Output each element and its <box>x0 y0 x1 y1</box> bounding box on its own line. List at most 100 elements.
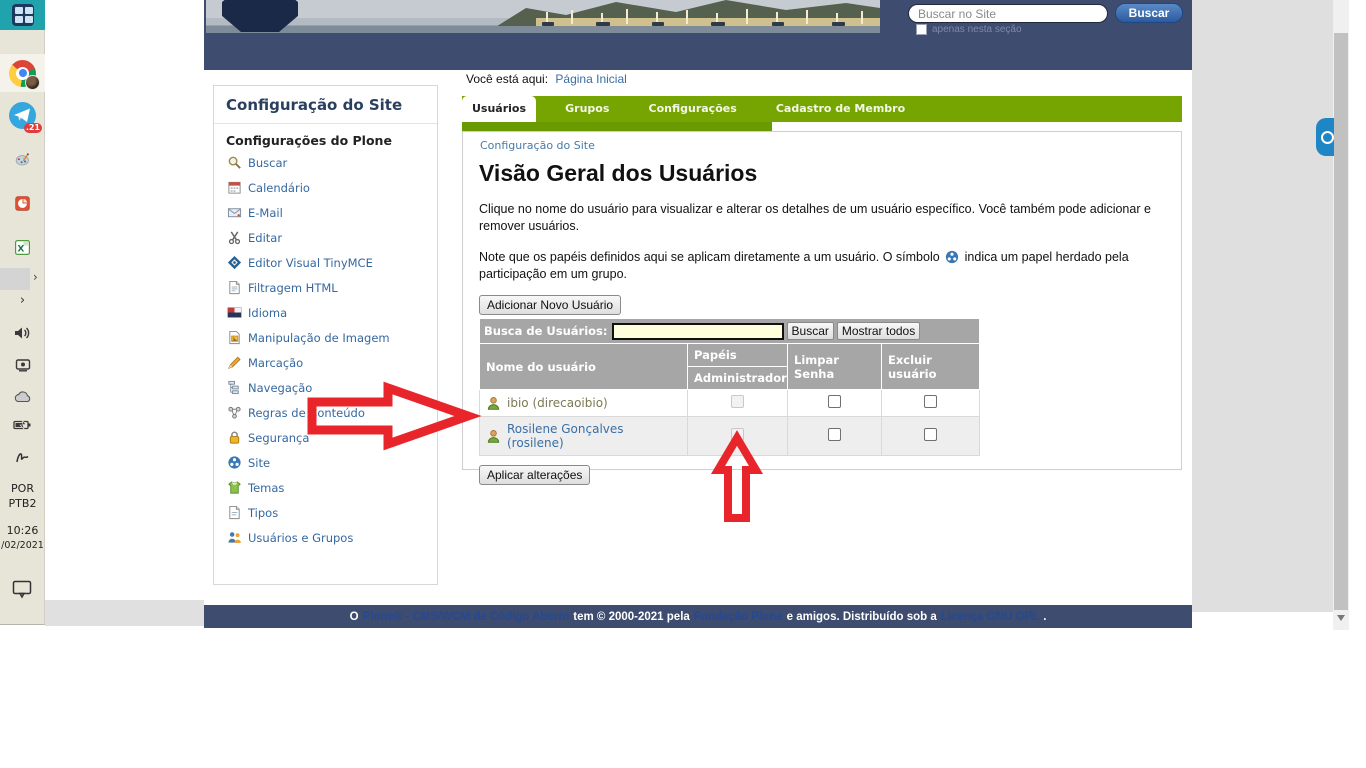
sidebar-item-navegacao[interactable]: Navegação <box>214 375 437 400</box>
sidebar-item-idioma[interactable]: Idioma <box>214 300 437 325</box>
breadcrumb-home-link[interactable]: Página Inicial <box>555 72 626 86</box>
col-username: Nome do usuário <box>480 344 688 390</box>
sidebar-item-usuarios-grupos[interactable]: Usuários e Grupos <box>214 525 437 550</box>
user-search-input[interactable] <box>612 323 784 340</box>
site-setup-sidebar: Configuração do Site Configurações do Pl… <box>213 85 438 585</box>
chat-bubble-icon <box>12 580 32 599</box>
clock-date[interactable]: /02/2021 <box>0 540 45 551</box>
sidebar-item-buscar[interactable]: Buscar <box>214 150 437 175</box>
sidebar-item-email[interactable]: E-Mail <box>214 200 437 225</box>
sidebar-item-label: Idioma <box>248 306 287 320</box>
language-indicator-line2[interactable]: PTB2 <box>0 497 45 510</box>
sidebar-item-filtragem-html[interactable]: Filtragem HTML <box>214 275 437 300</box>
add-new-user-button[interactable]: Adicionar Novo Usuário <box>479 295 621 315</box>
tab-cadastro-membro[interactable]: Cadastro de Membro <box>766 96 915 122</box>
app-grid-icon <box>12 4 34 26</box>
section-only-checkbox[interactable] <box>916 24 927 35</box>
site-search-input[interactable] <box>908 4 1108 23</box>
language-indicator-line1[interactable]: POR <box>0 482 45 495</box>
browser-scrollbar[interactable] <box>1333 0 1349 630</box>
taskbar-excel[interactable]: X <box>0 228 45 266</box>
clock-time[interactable]: 10:26 <box>0 524 45 537</box>
pencil-icon <box>227 355 242 370</box>
note-before: Note que os papéis definidos aqui se apl… <box>479 250 940 264</box>
sidebar-item-label: Temas <box>248 481 284 495</box>
sidebar-item-label: Site <box>248 456 270 470</box>
page-title: Visão Geral dos Usuários <box>463 154 1181 187</box>
footer-text: tem © 2000-2021 pela <box>573 611 690 623</box>
sidebar-item-label: Manipulação de Imagem <box>248 331 390 345</box>
reset-password-checkbox[interactable] <box>828 395 841 408</box>
sidebar-item-label: E-Mail <box>248 206 283 220</box>
telegram-badge: .21 <box>24 123 42 133</box>
tray-pen[interactable] <box>0 444 45 470</box>
section-only-checkbox-row: apenas nesta seção <box>916 24 1022 35</box>
user-link[interactable]: ibio (direcaoibio) <box>507 396 608 410</box>
remove-user-checkbox[interactable] <box>924 428 937 441</box>
sidebar-item-manipulacao-imagem[interactable]: Manipulação de Imagem <box>214 325 437 350</box>
taskbar-telegram[interactable]: .21 <box>0 96 45 134</box>
user-search-row: Busca de Usuários:BuscarMostrar todos <box>480 319 980 344</box>
floating-accessibility-button[interactable] <box>1316 118 1334 156</box>
document-icon <box>227 280 242 295</box>
tray-volume[interactable] <box>0 320 45 346</box>
tab-grupos[interactable]: Grupos <box>555 96 619 122</box>
footer-text: . <box>1043 611 1046 623</box>
tray-onedrive[interactable] <box>0 384 45 410</box>
scrollbar-down-arrow-icon[interactable] <box>1337 615 1345 621</box>
section-only-label: apenas nesta seção <box>932 24 1022 35</box>
sidebar-item-tipos[interactable]: Tipos <box>214 500 437 525</box>
table-header-row: Nome do usuário Papéis Limpar Senha Excl… <box>480 344 980 367</box>
note-paragraph: Note que os papéis definidos aqui se apl… <box>463 235 1181 283</box>
user-search-button[interactable]: Buscar <box>787 322 834 340</box>
sidebar-item-label: Calendário <box>248 181 310 195</box>
col-roles: Papéis <box>688 344 788 367</box>
scrollbar-thumb[interactable] <box>1334 33 1348 610</box>
user-link[interactable]: Rosilene Gonçalves (rosilene) <box>507 422 681 450</box>
taskbar-scroll-stub[interactable] <box>0 268 30 290</box>
site-setup-link[interactable]: Configuração do Site <box>463 132 595 154</box>
taskbar-paint[interactable] <box>0 140 45 178</box>
tray-battery[interactable] <box>0 412 45 438</box>
reset-password-checkbox[interactable] <box>828 428 841 441</box>
footer-foundation-link[interactable]: Fundação Plone <box>694 611 783 623</box>
tab-usuarios[interactable]: Usuários <box>462 96 536 122</box>
telegram-icon: .21 <box>9 102 36 129</box>
sidebar-item-marcacao[interactable]: Marcação <box>214 350 437 375</box>
sidebar-item-editor-visual[interactable]: Editor Visual TinyMCE <box>214 250 437 275</box>
col-reset-password: Limpar Senha <box>788 344 882 390</box>
speaker-icon <box>14 325 32 341</box>
content-rules-icon <box>227 405 242 420</box>
footer-text: O <box>350 611 359 623</box>
padlock-icon <box>227 430 242 445</box>
sidebar-item-temas[interactable]: Temas <box>214 475 437 500</box>
taskbar-powerpoint[interactable] <box>0 184 45 222</box>
cloud-icon <box>13 390 33 404</box>
sidebar-item-editar[interactable]: Editar <box>214 225 437 250</box>
sidebar-item-label: Marcação <box>248 356 303 370</box>
app-grid-tile[interactable] <box>0 0 45 30</box>
tray-cast[interactable] <box>0 352 45 378</box>
site-search-button[interactable]: Buscar <box>1115 3 1183 23</box>
footer-license-link[interactable]: Licença GNU GPL <box>941 611 1039 623</box>
sidebar-item-seguranca[interactable]: Segurança <box>214 425 437 450</box>
sidebar-item-calendario[interactable]: Calendário <box>214 175 437 200</box>
show-all-button[interactable]: Mostrar todos <box>837 322 920 340</box>
tab-configuracoes[interactable]: Configurações <box>639 96 747 122</box>
banner-marina-art <box>206 0 880 33</box>
tray-hidden-icons[interactable]: › <box>0 288 45 312</box>
calendar-icon <box>227 180 242 195</box>
sidebar-item-regras-conteudo[interactable]: Regras de Conteúdo <box>214 400 437 425</box>
intro-paragraph: Clique no nome do usuário para visualiza… <box>463 187 1181 235</box>
screen: .21 X <box>0 0 1366 768</box>
breadcrumb: Você está aqui: Página Inicial <box>466 72 627 86</box>
footer-plone-link[interactable]: Plone® - CMS/WCM de Código Aberto <box>363 611 570 623</box>
action-center[interactable] <box>12 580 32 599</box>
taskbar-chrome[interactable] <box>0 54 45 92</box>
image-document-icon <box>227 330 242 345</box>
viewport-right-margin <box>1192 0 1333 612</box>
remove-user-checkbox[interactable] <box>924 395 937 408</box>
apply-changes-button[interactable]: Aplicar alterações <box>479 465 590 485</box>
taskbar-scroll-chevron-icon[interactable]: › <box>33 270 38 284</box>
sidebar-item-site[interactable]: Site <box>214 450 437 475</box>
